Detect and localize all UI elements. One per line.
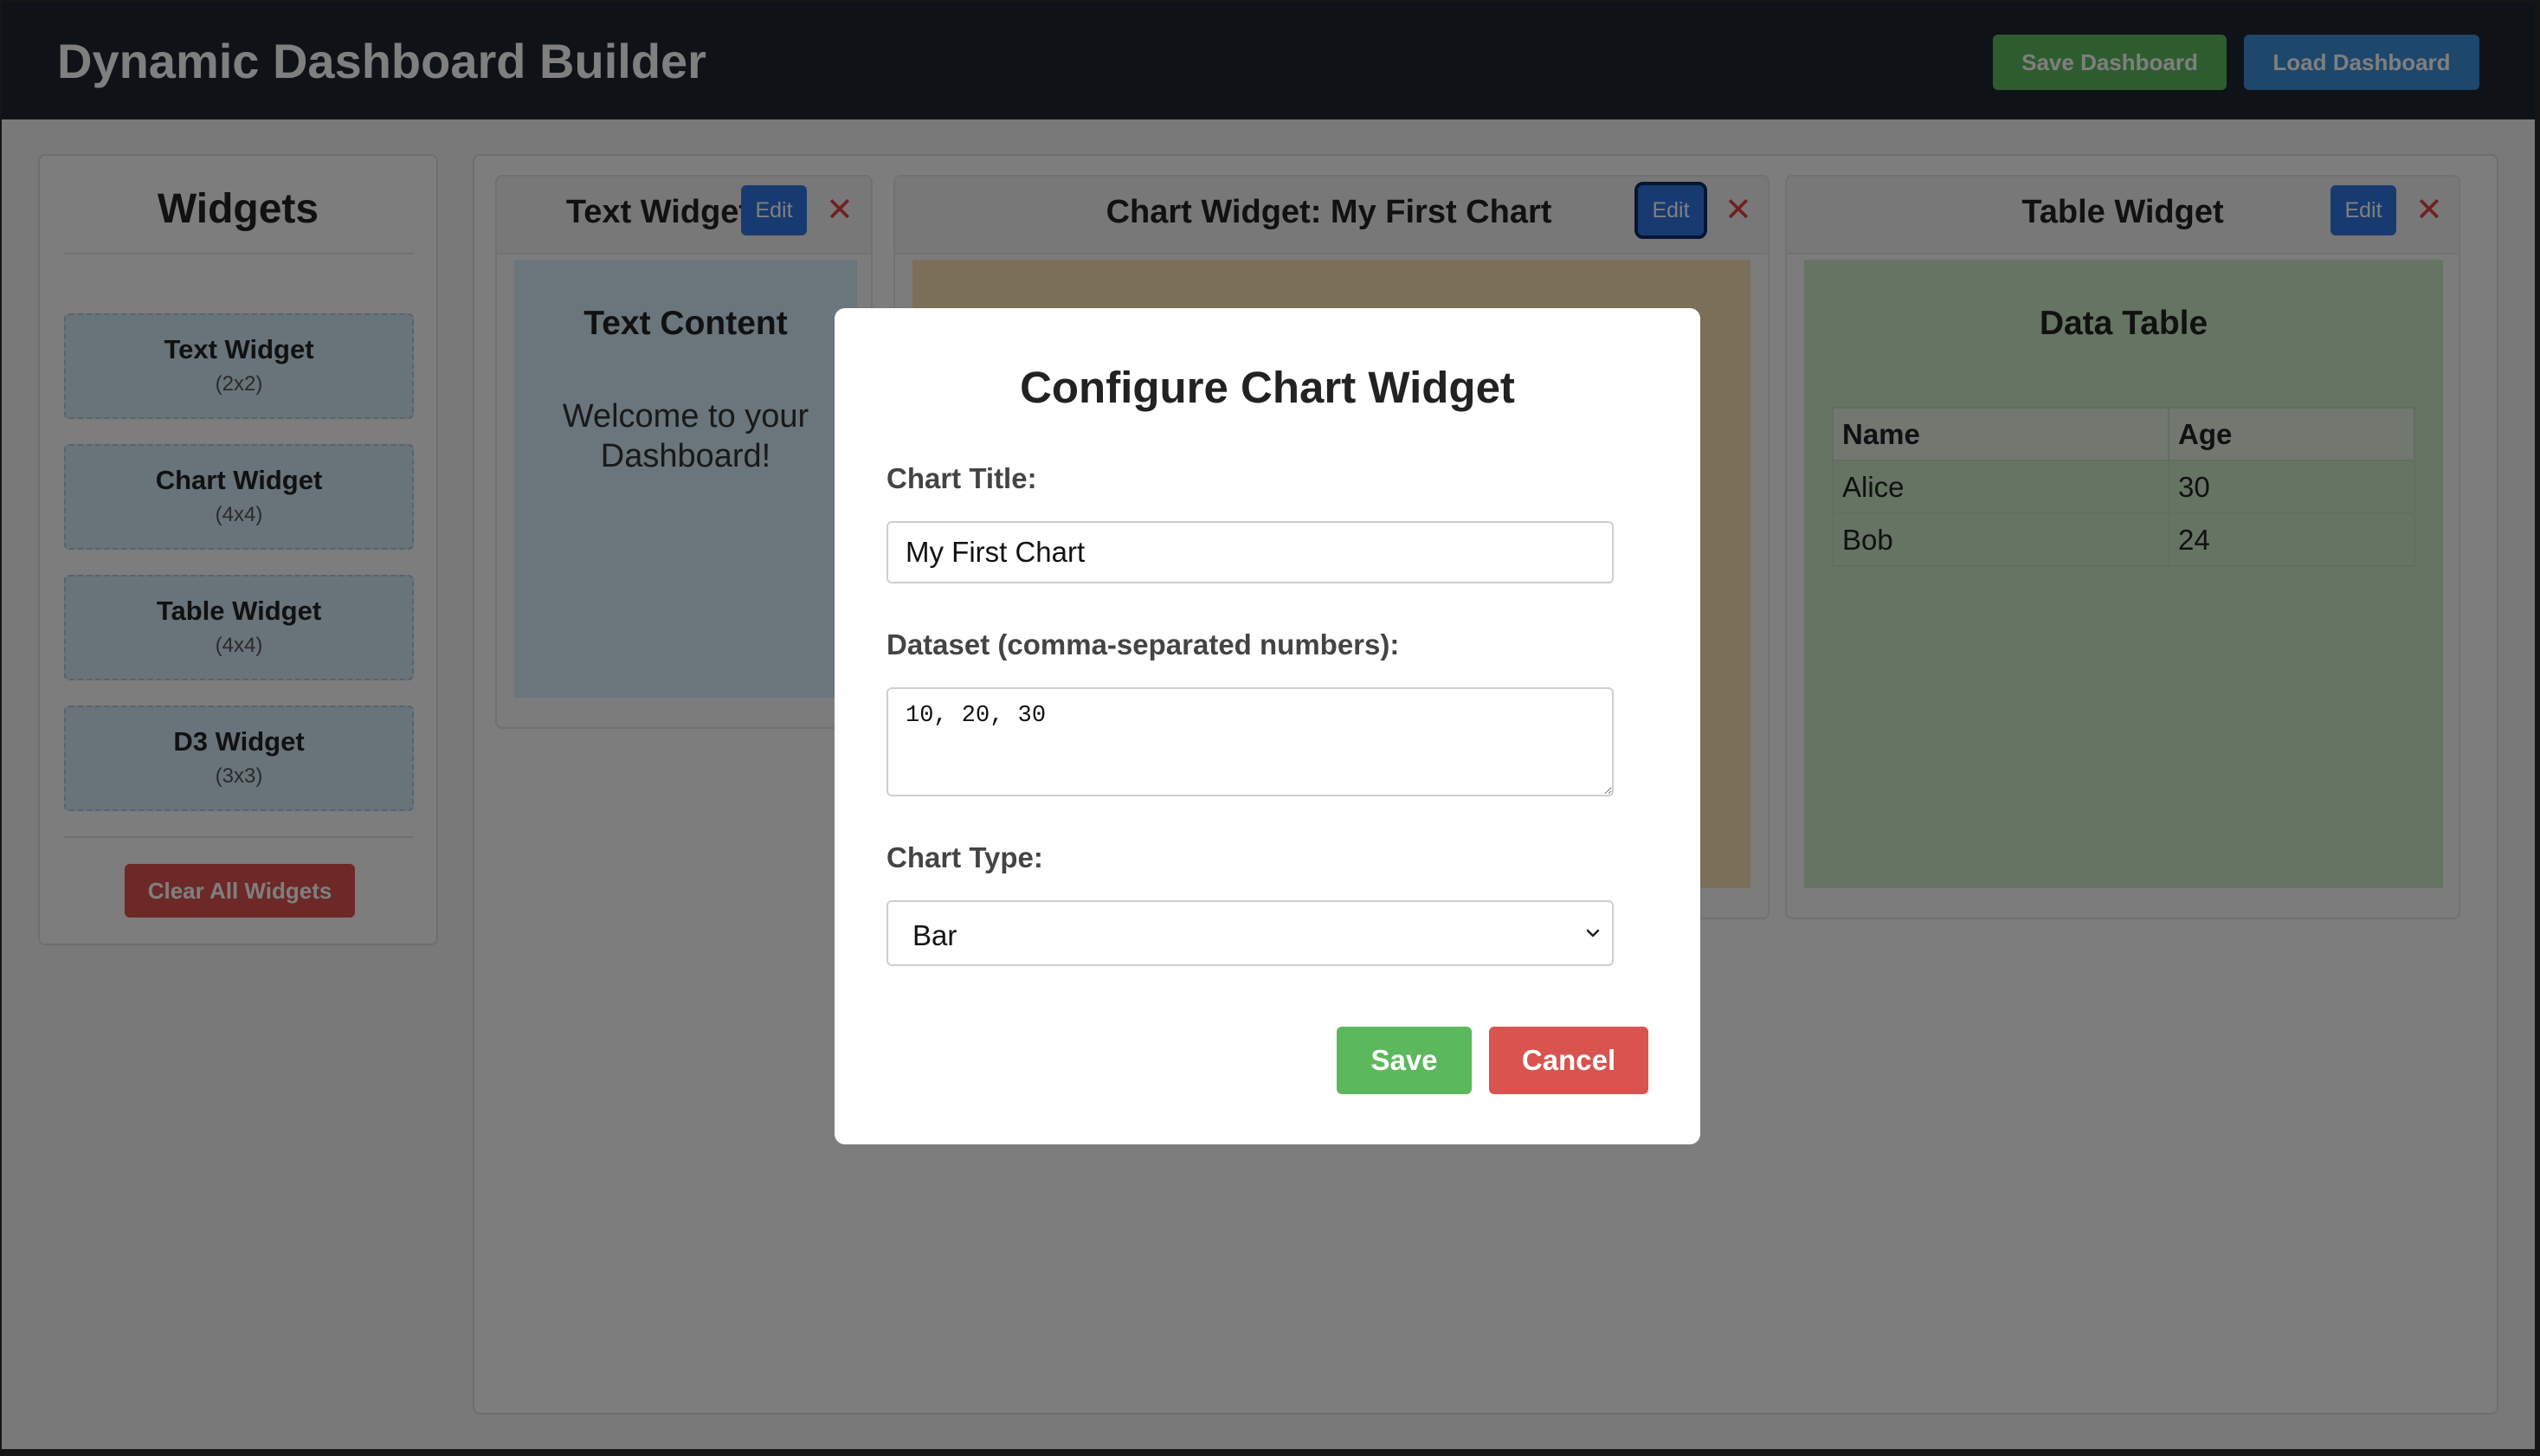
chart-title-label: Chart Title:	[886, 462, 1037, 494]
cancel-button[interactable]: Cancel	[1489, 1027, 1648, 1094]
configure-chart-dialog: Configure Chart Widget Chart Title: Data…	[835, 308, 1700, 1144]
dialog-title: Configure Chart Widget	[1020, 363, 1515, 412]
dataset-textarea[interactable]: 10, 20, 30	[886, 687, 1614, 796]
modal-overlay[interactable]: Configure Chart Widget Chart Title: Data…	[0, 0, 2540, 1456]
chart-type-selected-value: Bar	[912, 919, 957, 951]
chevron-down-icon	[1586, 929, 1600, 937]
chart-type-select[interactable]: Bar	[886, 900, 1614, 966]
chart-type-label: Chart Type:	[886, 841, 1043, 873]
dataset-label: Dataset (comma-separated numbers):	[886, 628, 1400, 660]
save-button[interactable]: Save	[1337, 1027, 1472, 1094]
chart-title-input[interactable]	[886, 521, 1614, 583]
